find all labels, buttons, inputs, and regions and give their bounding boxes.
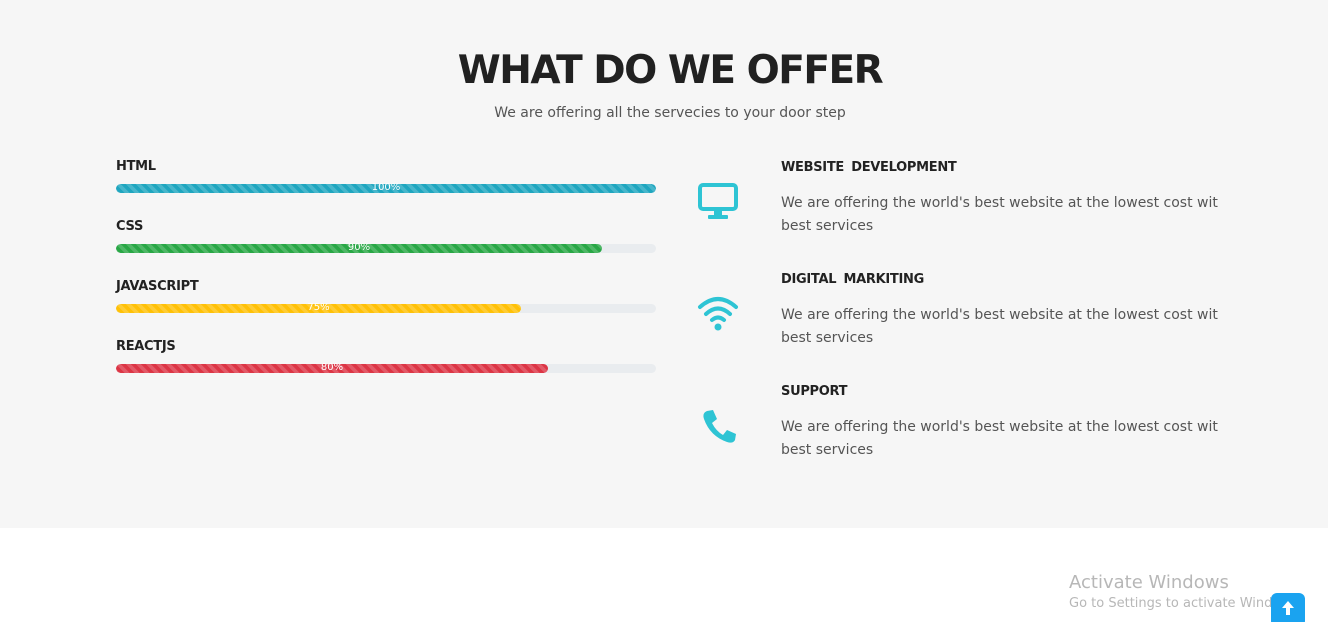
activate-windows-watermark: Activate Windows Go to Settings to activ… [1069, 572, 1302, 614]
watermark-title: Activate Windows [1069, 572, 1229, 593]
phone-icon [703, 410, 736, 443]
progress-track [116, 244, 656, 253]
progress-track [116, 364, 656, 373]
progress-track [116, 304, 656, 313]
progress-label: 90% [347, 242, 371, 253]
skill-item-html: HTML 100% [116, 158, 656, 218]
service-title: WEBSITE DEVELOPMENT [781, 160, 957, 175]
progress-label: 80% [320, 362, 344, 373]
arrow-up-icon [1282, 601, 1294, 615]
skill-item-css: CSS 90% [116, 218, 656, 278]
service-description: We are offering the world's best website… [781, 419, 1218, 458]
service-description: We are offering the world's best website… [781, 307, 1218, 346]
progress-label: 100% [371, 182, 401, 193]
page-title: WHAT DO WE OFFER [457, 48, 884, 93]
skill-name: CSS [116, 219, 144, 234]
scroll-to-top-button[interactable] [1271, 593, 1305, 622]
service-description: We are offering the world's best website… [781, 195, 1218, 234]
service-title: DIGITAL MARKITING [781, 272, 924, 287]
skill-name: JAVASCRIPT [116, 279, 199, 294]
skill-name: REACTJS [116, 339, 176, 354]
monitor-icon [698, 183, 738, 219]
skill-item-javascript: JAVASCRIPT 75% [116, 278, 656, 338]
service-item-digital-marketing: DIGITAL MARKITING We are offering the wo… [690, 270, 1250, 382]
offer-section: WHAT DO WE OFFER We are offering all the… [0, 0, 1328, 528]
service-item-website-development: WEBSITE DEVELOPMENT We are offering the … [690, 158, 1250, 270]
wifi-icon [698, 297, 738, 331]
watermark-subtitle: Go to Settings to activate Windows. [1069, 596, 1302, 611]
skill-name: HTML [116, 159, 156, 174]
service-title: SUPPORT [781, 384, 848, 399]
service-item-support: SUPPORT We are offering the world's best… [690, 382, 1250, 494]
page-subtitle: We are offering all the servecies to you… [494, 105, 846, 121]
skill-item-reactjs: REACTJS 80% [116, 338, 656, 398]
skills-list: HTML 100% CSS 90% JAVASCRIPT 75% REACTJS [116, 158, 656, 398]
services-list: WEBSITE DEVELOPMENT We are offering the … [690, 158, 1250, 494]
progress-label: 75% [307, 302, 330, 313]
